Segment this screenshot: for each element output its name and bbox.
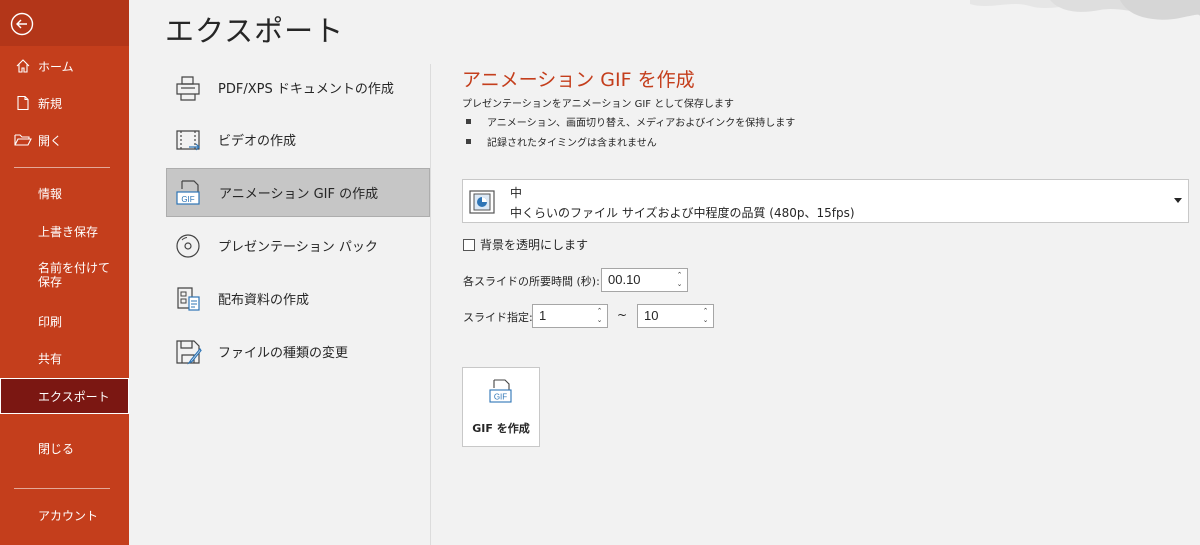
sidebar-item-export[interactable]: エクスポート — [0, 378, 129, 414]
back-button[interactable] — [0, 0, 129, 46]
spinner-value: 1 — [539, 308, 547, 323]
spinner-value: 00.10 — [608, 272, 641, 287]
change-file-type-icon — [172, 336, 204, 368]
detail-description: プレゼンテーションをアニメーション GIF として保存します — [462, 99, 734, 110]
sidebar-item-share[interactable]: 共有 — [0, 340, 129, 376]
spin-down-icon[interactable]: ⌄ — [675, 280, 684, 289]
new-document-icon — [13, 93, 33, 113]
detail-title: アニメーション GIF を作成 — [462, 69, 695, 91]
chevron-down-icon — [1174, 198, 1182, 203]
back-arrow-icon — [10, 12, 34, 36]
svg-text:GIF: GIF — [494, 393, 507, 402]
seconds-per-slide-spinner[interactable]: 00.10 ⌃ ⌄ — [601, 268, 688, 292]
sidebar-item-label: 閉じる — [38, 441, 75, 456]
sidebar-item-open[interactable]: 開く — [0, 122, 129, 158]
sidebar-item-save[interactable]: 上書き保存 — [0, 213, 129, 249]
export-option-package-presentation[interactable]: プレゼンテーション パック — [166, 221, 430, 270]
export-option-pdf-xps[interactable]: PDF/XPS ドキュメントの作成 — [166, 63, 430, 112]
sidebar-item-label: 共有 — [38, 351, 63, 366]
folder-open-icon — [13, 130, 33, 150]
export-option-change-file-type[interactable]: ファイルの種類の変更 — [166, 327, 430, 376]
pane-divider — [430, 64, 431, 545]
detail-bullet: 記録されたタイミングは含まれません — [466, 134, 657, 149]
checkbox-box[interactable] — [463, 238, 475, 251]
detail-bullet: アニメーション、画面切り替え、メディアおよびインクを保持します — [466, 114, 795, 129]
sidebar-item-info[interactable]: 情報 — [0, 175, 129, 211]
export-option-label: ビデオの作成 — [218, 134, 297, 149]
slide-to-spinner[interactable]: 10 ⌃ ⌄ — [637, 304, 714, 328]
bullet-square-icon — [466, 119, 471, 124]
spinner-value: 10 — [644, 308, 659, 323]
sidebar-item-label: 開く — [38, 133, 63, 148]
handout-icon — [172, 283, 204, 315]
export-option-animated-gif[interactable]: GIF アニメーション GIF の作成 — [166, 168, 430, 217]
range-separator: ~ — [617, 308, 628, 322]
sidebar-item-label: エクスポート — [38, 389, 110, 404]
sidebar-divider — [14, 488, 110, 489]
sidebar-item-save-as[interactable]: 名前を付けて保存 — [0, 252, 129, 302]
sidebar-item-label: 新規 — [38, 96, 63, 111]
quality-description: 中くらいのファイル サイズおよび中程度の品質 (480p、15fps) — [510, 206, 855, 220]
sidebar-item-label: ホーム — [38, 59, 74, 74]
decorative-header-pattern — [970, 0, 1200, 20]
sidebar-item-label: アカウント — [38, 508, 99, 523]
gif-icon: GIF — [487, 378, 515, 410]
sidebar-item-new[interactable]: 新規 — [0, 85, 129, 121]
export-option-create-handouts[interactable]: 配布資料の作成 — [166, 274, 430, 323]
export-option-label: 配布資料の作成 — [218, 293, 310, 308]
page-title: エクスポート — [165, 14, 345, 48]
sidebar-item-label: 印刷 — [38, 314, 63, 329]
video-icon — [172, 124, 204, 156]
bullet-text: 記録されたタイミングは含まれません — [487, 138, 657, 149]
sidebar-item-print[interactable]: 印刷 — [0, 303, 129, 339]
slide-from-spinner[interactable]: 1 ⌃ ⌄ — [532, 304, 608, 328]
sidebar-item-account[interactable]: アカウント — [0, 497, 129, 533]
sidebar-item-close[interactable]: 閉じる — [0, 430, 129, 466]
quality-dropdown[interactable]: 中 中くらいのファイル サイズおよび中程度の品質 (480p、15fps) — [462, 179, 1189, 223]
seconds-per-slide-label: 各スライドの所要時間 (秒): — [463, 275, 600, 288]
pdf-document-icon — [172, 72, 204, 104]
export-option-label: ファイルの種類の変更 — [218, 346, 349, 361]
export-option-label: PDF/XPS ドキュメントの作成 — [218, 82, 394, 97]
sidebar-item-label: 上書き保存 — [38, 224, 99, 239]
bullet-square-icon — [466, 139, 471, 144]
export-option-video[interactable]: ビデオの作成 — [166, 115, 430, 164]
spin-down-icon[interactable]: ⌄ — [595, 316, 604, 325]
create-gif-button-label: GIF を作成 — [472, 422, 530, 435]
sidebar-divider — [14, 167, 110, 168]
sidebar-item-label: 名前を付けて保存 — [38, 261, 111, 289]
gif-icon: GIF — [173, 177, 205, 209]
sidebar-item-label: 情報 — [38, 186, 63, 201]
slide-range-label: スライド指定: — [463, 311, 533, 324]
svg-text:GIF: GIF — [181, 195, 194, 204]
bullet-text: アニメーション、画面切り替え、メディアおよびインクを保持します — [487, 118, 796, 129]
export-option-label: アニメーション GIF の作成 — [219, 187, 379, 202]
quality-icon — [469, 190, 495, 218]
create-gif-button[interactable]: GIF GIF を作成 — [462, 367, 540, 447]
quality-name: 中 — [510, 186, 523, 200]
checkbox-label: 背景を透明にします — [480, 238, 589, 252]
cd-package-icon — [172, 230, 204, 262]
export-option-label: プレゼンテーション パック — [218, 240, 378, 255]
transparent-background-checkbox[interactable]: 背景を透明にします — [463, 236, 588, 253]
sidebar-item-home[interactable]: ホーム — [0, 48, 129, 84]
spin-down-icon[interactable]: ⌄ — [701, 316, 710, 325]
backstage-sidebar: ホーム 新規 開く 情報 上書き保存 名前を付けて保存 印刷 共有 エクスポート… — [0, 0, 129, 545]
home-icon — [13, 56, 33, 76]
